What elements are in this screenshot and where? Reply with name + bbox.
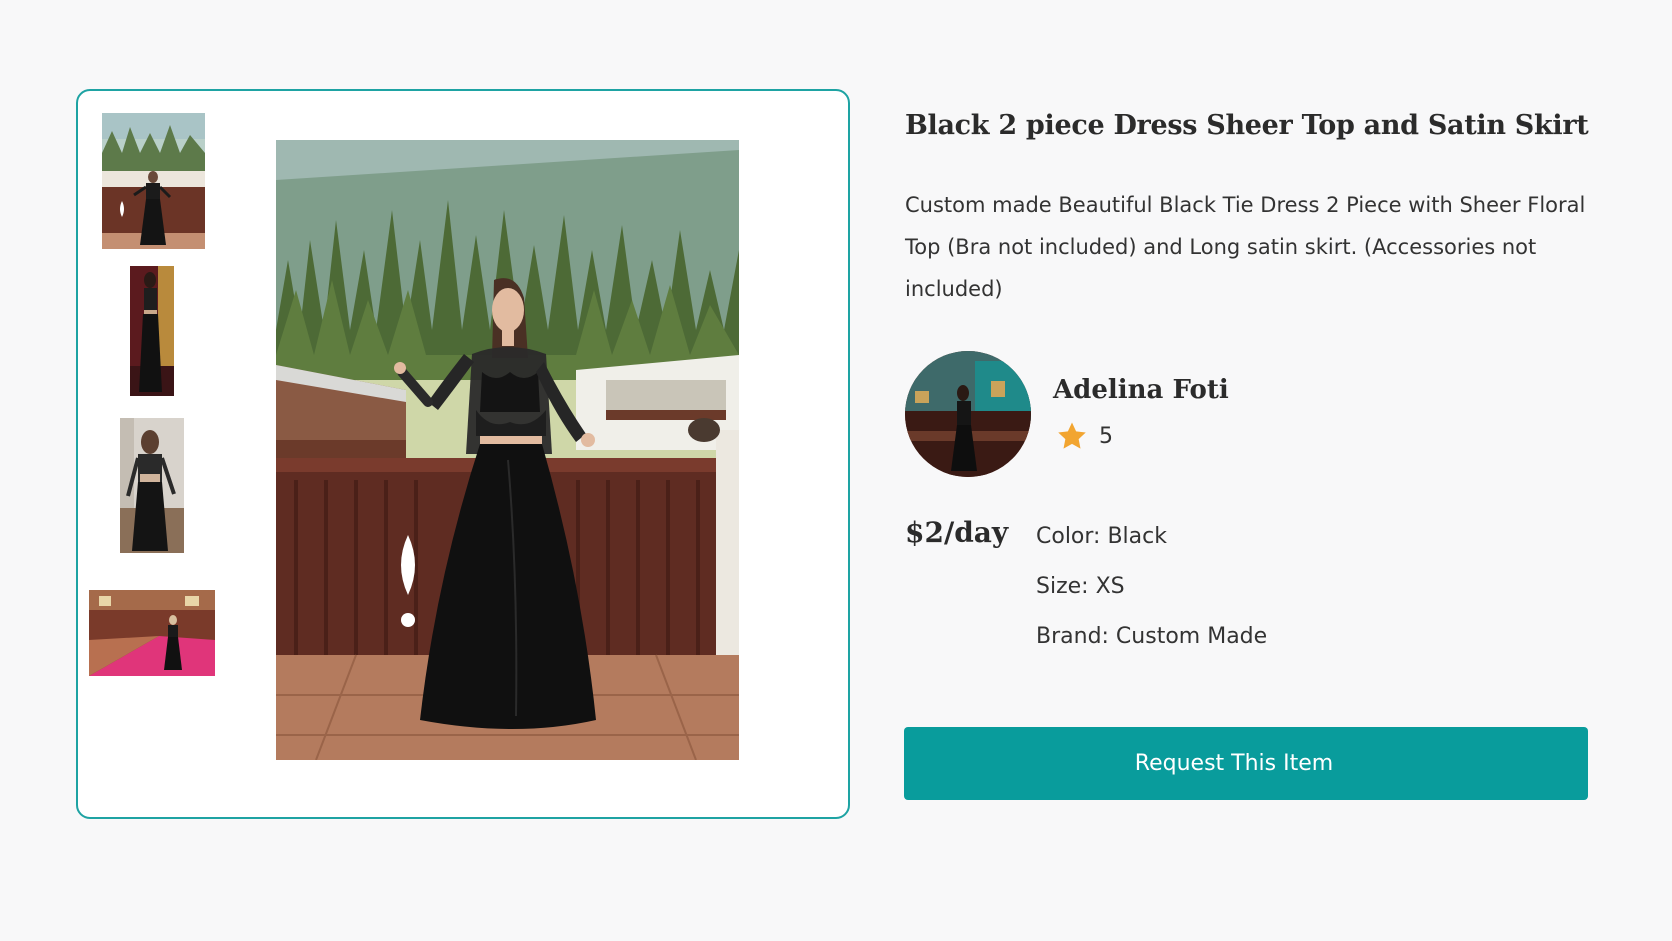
thumbnail-4-image xyxy=(89,590,215,676)
seller-name[interactable]: Adelina Foti xyxy=(1053,375,1229,405)
main-product-image[interactable] xyxy=(276,140,739,760)
product-gallery xyxy=(76,89,850,819)
rating-value: 5 xyxy=(1099,423,1113,449)
seller-avatar[interactable] xyxy=(905,351,1031,477)
thumbnail-4[interactable] xyxy=(89,590,215,676)
seller-rating: 5 xyxy=(1055,419,1113,453)
thumbnail-3-image xyxy=(120,418,184,553)
thumbnail-3[interactable] xyxy=(120,418,184,553)
size-attribute: Size: XS xyxy=(1036,574,1125,599)
product-attributes: Color: Black Size: XS Brand: Custom Made xyxy=(1036,519,1267,669)
main-product-image-graphic xyxy=(276,140,739,760)
thumbnail-1-image xyxy=(102,113,205,249)
request-item-button[interactable]: Request This Item xyxy=(904,727,1588,800)
product-title: Black 2 piece Dress Sheer Top and Satin … xyxy=(905,110,1589,141)
brand-attribute: Brand: Custom Made xyxy=(1036,624,1268,649)
thumbnail-1[interactable] xyxy=(102,113,205,249)
thumbnail-2-image xyxy=(130,266,174,396)
thumbnail-2[interactable] xyxy=(130,266,174,396)
product-description: Custom made Beautiful Black Tie Dress 2 … xyxy=(905,193,1586,301)
color-attribute: Color: Black xyxy=(1036,524,1167,549)
seller-avatar-image xyxy=(905,351,1031,477)
price: $2/day xyxy=(905,516,1009,549)
star-icon xyxy=(1058,422,1086,449)
